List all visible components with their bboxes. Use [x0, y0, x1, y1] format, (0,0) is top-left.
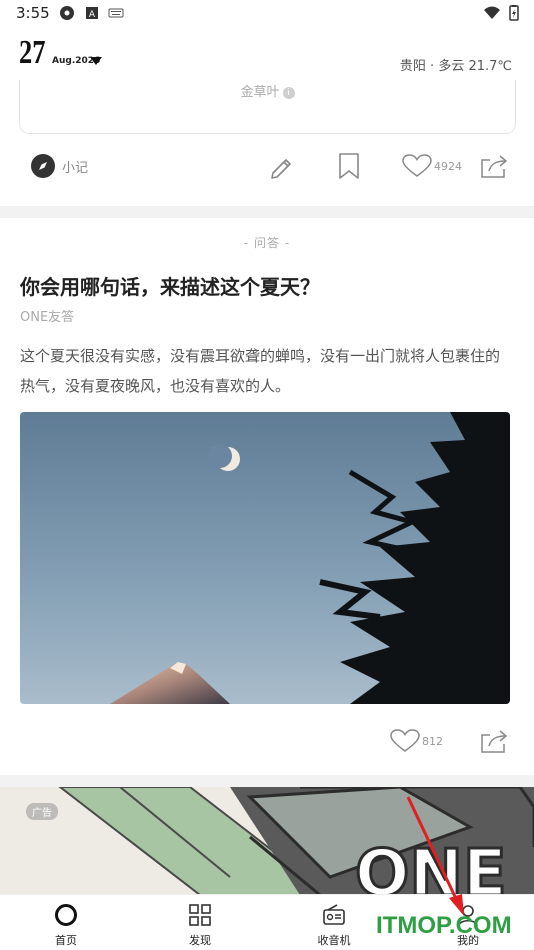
qa-author: ONE友答: [20, 310, 75, 325]
status-bar: 3:55 A: [0, 0, 534, 28]
tab-home[interactable]: 首页: [26, 895, 106, 950]
previous-content-card[interactable]: 金草叶 i: [19, 80, 516, 134]
date-weather-header: 27 Aug.2026 贵阳 · 多云 21.7℃: [0, 28, 534, 80]
qa-cover-image[interactable]: [20, 412, 510, 704]
like-heart-icon[interactable]: [390, 729, 420, 753]
svg-text:A: A: [89, 10, 96, 20]
app-a-icon: A: [86, 7, 98, 20]
previous-card-author: 金草叶 i: [20, 81, 515, 100]
tab-radio[interactable]: 收音机: [294, 895, 374, 950]
ad-logo-text: ONE: [355, 837, 507, 895]
compass-icon[interactable]: [30, 153, 56, 179]
tab-home-label: 首页: [55, 934, 77, 947]
ad-banner[interactable]: ONE 广告: [0, 787, 534, 895]
wifi-icon: [484, 6, 500, 19]
keyboard-icon: [108, 8, 124, 18]
moon-mountain-photo: [20, 412, 510, 704]
ad-illustration: ONE: [0, 787, 534, 895]
qa-title[interactable]: 你会用哪句话，来描述这个夏天？: [20, 271, 320, 300]
battery-icon: [509, 5, 519, 21]
weather-info: 贵阳 · 多云 21.7℃: [399, 59, 512, 74]
date-day: 27: [19, 34, 46, 71]
edit-pencil-icon[interactable]: [268, 152, 296, 180]
like-count: 4924: [434, 160, 462, 173]
previous-card-actions: 小记 4924: [0, 146, 534, 186]
radio-icon: [323, 904, 345, 925]
tab-discover-label: 发现: [189, 934, 211, 947]
ad-badge: 广告: [26, 803, 58, 820]
date-dropdown-caret-icon[interactable]: [90, 57, 102, 65]
status-time: 3:55: [16, 4, 50, 22]
note-button[interactable]: 小记: [62, 157, 88, 176]
section-divider: [0, 775, 534, 787]
section-divider: [0, 206, 534, 218]
grid-icon: [189, 904, 211, 926]
qa-excerpt: 这个夏天很没有实感，没有震耳欲聋的蝉鸣，没有一出门就将人包裹住的热气，没有夏夜晚…: [20, 347, 501, 395]
like-heart-icon[interactable]: [402, 154, 432, 178]
tab-radio-label: 收音机: [317, 934, 351, 947]
share-icon[interactable]: [479, 152, 509, 180]
home-circle-icon: [55, 904, 77, 926]
info-icon[interactable]: i: [282, 87, 295, 99]
watermark-text: ITMOP.COM: [376, 912, 512, 939]
settings-icon: [60, 6, 74, 20]
tab-discover[interactable]: 发现: [160, 895, 240, 950]
bookmark-icon[interactable]: [337, 152, 361, 180]
qa-like-count: 812: [422, 735, 443, 748]
qa-card-actions: 812: [0, 721, 534, 761]
share-icon[interactable]: [479, 727, 509, 755]
qa-category-label: - 问答 -: [243, 236, 291, 250]
